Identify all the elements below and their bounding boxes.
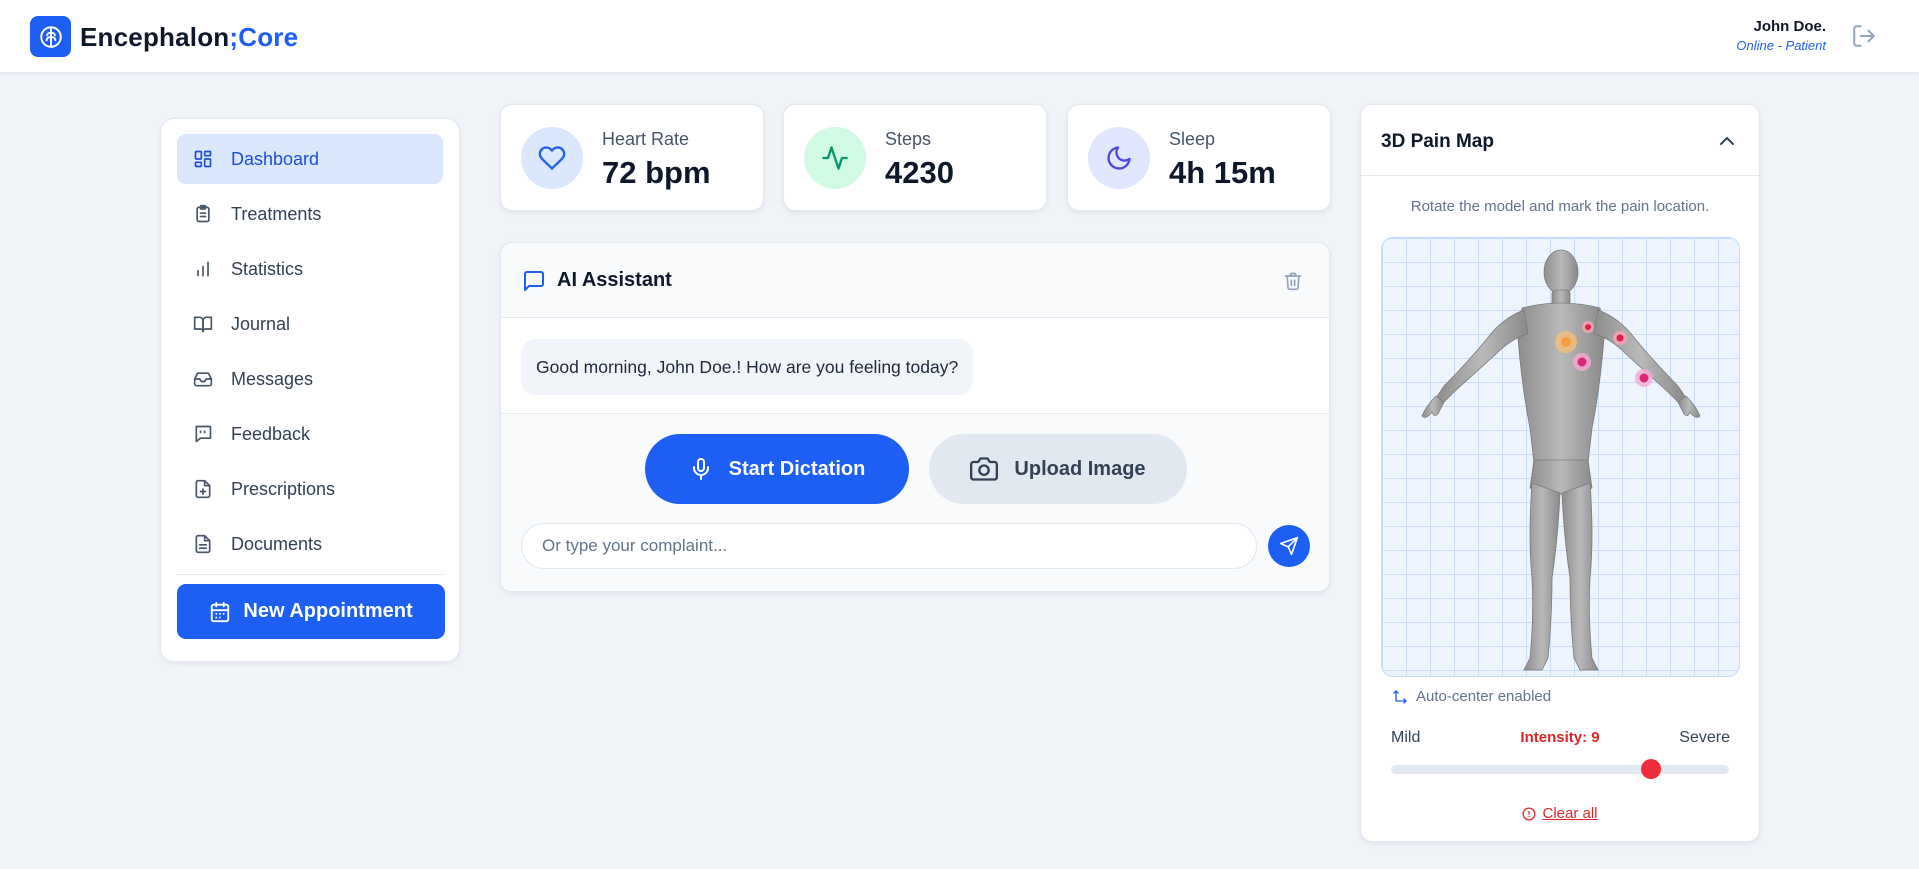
stat-label: Heart Rate xyxy=(602,129,690,149)
trash-icon[interactable] xyxy=(1283,271,1303,291)
sidebar-item-label: Treatments xyxy=(231,203,322,224)
user-name: John Doe. xyxy=(1753,18,1826,35)
stat-value: 4230 xyxy=(885,155,954,190)
chat-input-area: Start Dictation Upload Image xyxy=(501,413,1329,591)
user-status: Online - Patient xyxy=(1736,38,1826,53)
sidebar-item-label: Statistics xyxy=(231,258,304,279)
assistant-message: Good morning, John Doe.! How are you fee… xyxy=(521,339,974,395)
alert-circle-icon xyxy=(1522,807,1536,821)
new-appointment-label: New Appointment xyxy=(243,600,413,622)
sidebar-item-prescriptions[interactable]: Prescriptions xyxy=(177,464,443,514)
stat-label: Sleep xyxy=(1169,129,1216,149)
send-button[interactable] xyxy=(1268,525,1310,567)
clear-all-button[interactable]: Clear all xyxy=(1361,805,1759,822)
sidebar-item-label: Prescriptions xyxy=(231,478,336,499)
send-icon xyxy=(1279,536,1299,556)
logout-icon[interactable] xyxy=(1851,23,1877,49)
sleep-card: Sleep 4h 15m xyxy=(1067,104,1331,211)
heart-rate-card: Heart Rate 72 bpm xyxy=(500,104,764,211)
file-text-icon xyxy=(193,534,213,554)
brand-main: Encephalon xyxy=(80,22,230,52)
pain-map-header: 3D Pain Map xyxy=(1361,105,1759,176)
severe-label: Severe xyxy=(1679,729,1730,746)
sidebar-item-label: Messages xyxy=(231,368,314,389)
sidebar-item-treatments[interactable]: Treatments xyxy=(177,189,443,239)
start-dictation-button[interactable]: Start Dictation xyxy=(645,434,909,504)
auto-center-label: Auto-center enabled xyxy=(1416,688,1552,705)
pain-map-hint: Rotate the model and mark the pain locat… xyxy=(1410,198,1710,215)
sidebar-item-label: Feedback xyxy=(231,423,311,444)
ai-assistant-title: AI Assistant xyxy=(557,269,672,291)
sidebar-item-label: Documents xyxy=(231,533,323,554)
new-appointment-button[interactable]: New Appointment xyxy=(177,584,445,639)
app-brand[interactable]: Encephalon;Core xyxy=(80,22,298,53)
sidebar: Dashboard Treatments Statistics Journal … xyxy=(160,118,460,662)
complaint-input[interactable] xyxy=(521,523,1257,569)
sidebar-item-feedback[interactable]: Feedback xyxy=(177,409,443,459)
pain-map-title: 3D Pain Map xyxy=(1381,131,1494,152)
book-icon xyxy=(193,314,213,334)
stat-label: Steps xyxy=(885,129,932,149)
clear-all-label: Clear all xyxy=(1542,805,1598,822)
upload-image-button[interactable]: Upload Image xyxy=(929,434,1187,504)
dashboard-icon xyxy=(193,149,213,169)
brain-icon[interactable] xyxy=(30,16,71,57)
body-model[interactable] xyxy=(1382,238,1740,677)
inbox-icon xyxy=(193,369,213,389)
moon-icon xyxy=(1088,127,1150,189)
body-model-viewer[interactable] xyxy=(1381,237,1740,677)
heart-icon xyxy=(521,127,583,189)
intensity-slider-thumb[interactable] xyxy=(1641,759,1662,779)
sidebar-divider xyxy=(177,574,443,575)
file-plus-icon xyxy=(193,479,213,499)
auto-center-status: Auto-center enabled xyxy=(1392,688,1551,705)
camera-icon xyxy=(970,455,999,483)
sidebar-item-dashboard[interactable]: Dashboard xyxy=(177,134,443,184)
top-header: Encephalon;Core John Doe. Online - Patie… xyxy=(0,0,1919,73)
upload-image-label: Upload Image xyxy=(1014,457,1146,480)
ai-assistant-panel: AI Assistant Good morning, John Doe.! Ho… xyxy=(500,242,1330,592)
ai-assistant-header: AI Assistant xyxy=(501,243,1329,318)
chat-icon xyxy=(522,269,546,293)
sidebar-item-label: Journal xyxy=(231,313,291,334)
chevron-up-icon[interactable] xyxy=(1715,129,1739,153)
stat-value: 72 bpm xyxy=(602,155,711,190)
start-dictation-label: Start Dictation xyxy=(728,457,866,480)
sidebar-item-documents[interactable]: Documents xyxy=(177,519,443,569)
activity-icon xyxy=(804,127,866,189)
sidebar-item-label: Dashboard xyxy=(231,148,320,169)
sidebar-item-statistics[interactable]: Statistics xyxy=(177,244,443,294)
steps-card: Steps 4230 xyxy=(783,104,1047,211)
message-quote-icon xyxy=(193,424,213,444)
calendar-icon xyxy=(209,601,231,623)
sidebar-item-messages[interactable]: Messages xyxy=(177,354,443,404)
axes-icon xyxy=(1392,689,1408,705)
intensity-slider[interactable] xyxy=(1391,759,1729,779)
chat-messages: Good morning, John Doe.! How are you fee… xyxy=(501,318,1329,413)
clipboard-icon xyxy=(193,204,213,224)
stat-value: 4h 15m xyxy=(1169,155,1276,190)
sidebar-item-journal[interactable]: Journal xyxy=(177,299,443,349)
brand-accent: ;Core xyxy=(229,22,299,52)
pain-map-panel: 3D Pain Map Rotate the model and mark th… xyxy=(1360,104,1760,842)
microphone-icon xyxy=(689,457,713,481)
bar-chart-icon xyxy=(193,259,213,279)
